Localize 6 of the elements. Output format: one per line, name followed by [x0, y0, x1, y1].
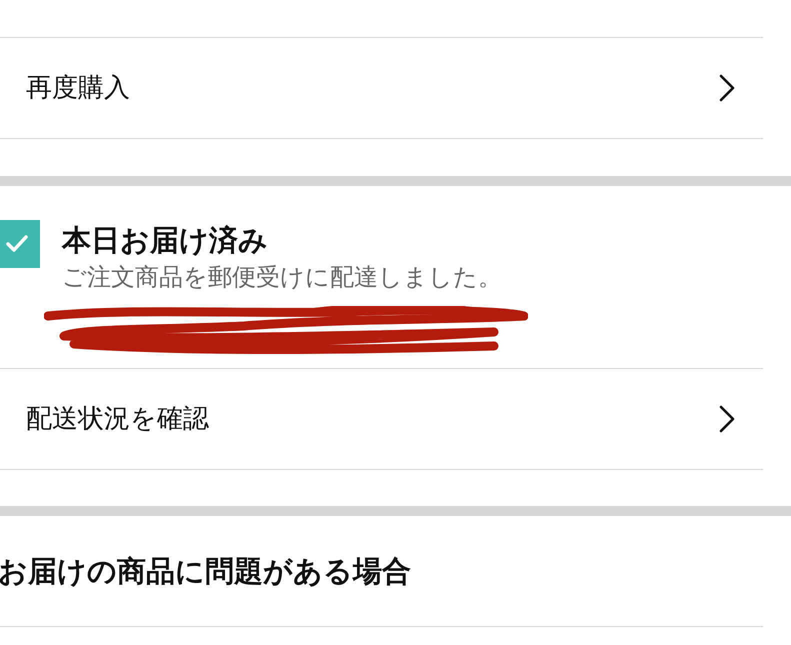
section-heading: お届けの商品に問題がある場合 — [0, 553, 411, 590]
chevron-right-icon — [719, 74, 735, 102]
check-icon — [5, 234, 29, 254]
delivery-status-title: 本日お届け済み — [62, 222, 269, 259]
chevron-right-icon — [719, 405, 735, 433]
delivery-message: ご注文商品を郵便受けに配達しました。 — [62, 262, 502, 293]
